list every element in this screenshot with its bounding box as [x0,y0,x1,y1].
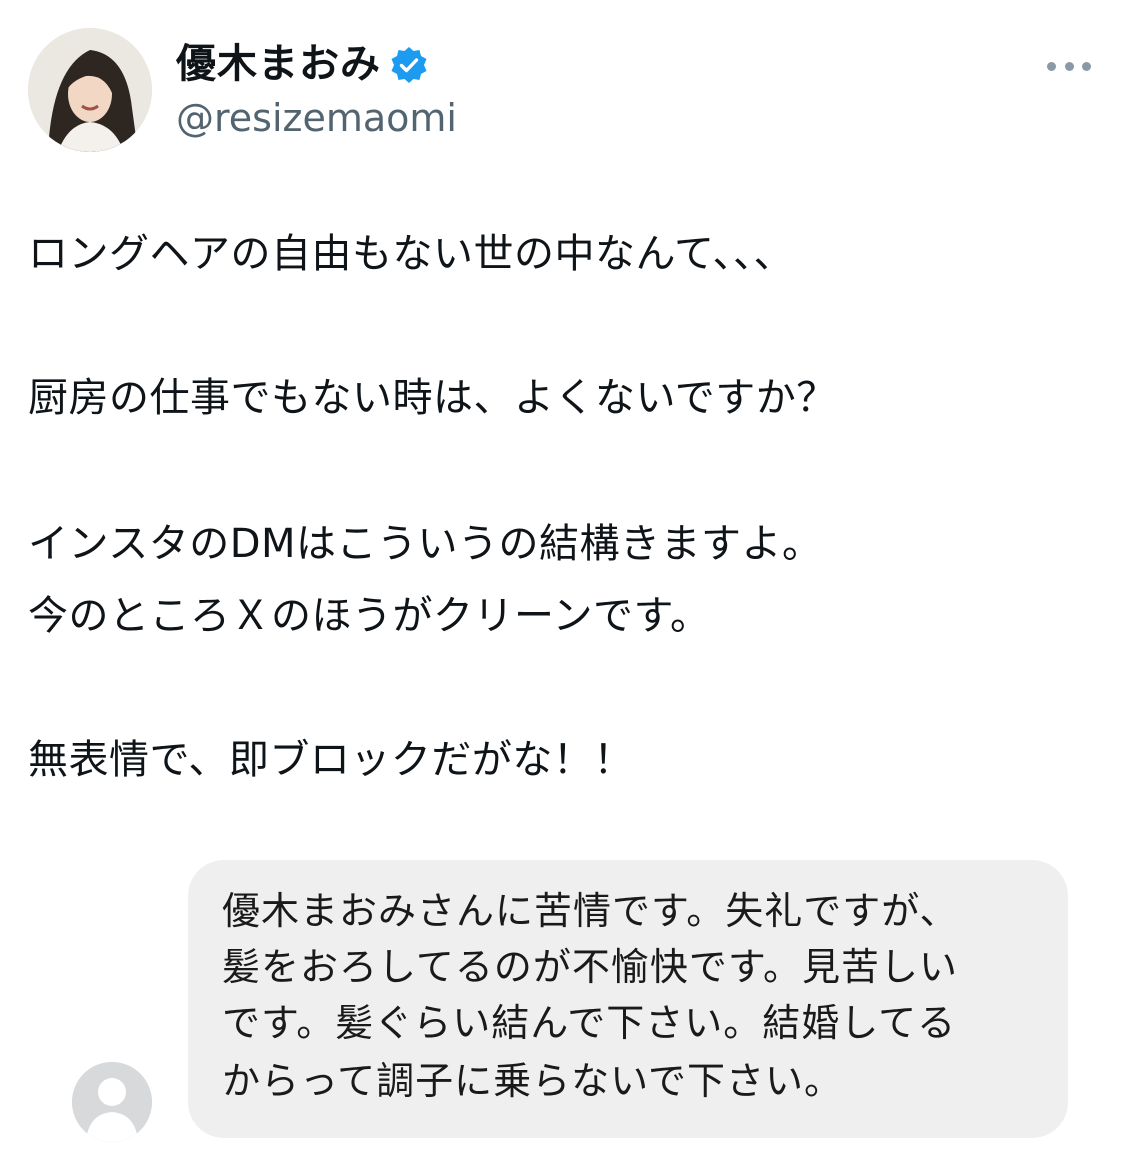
tweet-line: インスタのDMはこういうの結構きますよ。 [28,521,823,567]
more-options-icon[interactable] [1047,54,1091,78]
dm-message-line: 優木まおみさんに苦情です。失礼ですが、 [222,889,959,933]
display-name-text: 優木まおみ [176,41,381,87]
dm-message-line: からって調子に乗らないで下さい。 [222,1059,843,1103]
verified-badge-icon [389,44,429,84]
more-dot [1082,61,1091,71]
default-user-icon [72,1062,152,1142]
dm-message-line: 髪をおろしてるのが不愉快です。見苦しい [222,945,959,989]
more-dot [1047,61,1056,71]
tweet-line: 今のところＸのほうがクリーンです。 [28,593,711,639]
display-name[interactable]: 優木まおみ [176,36,429,92]
dm-message-line: です。髪ぐらい結んで下さい。結婚してる [222,1001,957,1045]
tweet-line: 無表情で、即ブロックだがな！！ [28,737,634,783]
user-handle[interactable]: @resizemaomi [176,94,457,142]
profile-photo [28,28,152,152]
more-dot [1064,61,1074,71]
tweet-line: 厨房の仕事でもない時は、よくないですか？ [28,375,837,421]
profile-avatar[interactable] [28,28,152,152]
tweet-line: ロングヘアの自由もない世の中なんて、、、 [28,231,794,277]
